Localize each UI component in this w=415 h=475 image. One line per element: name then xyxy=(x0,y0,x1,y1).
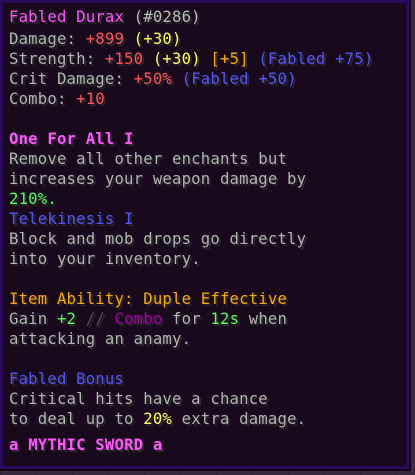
stat-fabled: (Fabled +75) xyxy=(258,50,374,68)
stat-crit-damage: Crit Damage: +50% (Fabled +50) xyxy=(9,69,400,89)
rarity-obfuscated-icon: a xyxy=(152,436,163,454)
enchant-one-for-all: One For All I xyxy=(9,130,134,148)
stat-label: Damage: xyxy=(9,30,86,48)
stat-extra: [+5] xyxy=(210,50,249,68)
rarity-line: a MYTHIC SWORD a xyxy=(9,435,400,455)
fabled-bonus-desc-2: to deal up to 20% extra damage. xyxy=(9,409,400,429)
stat-bonus: (+30) xyxy=(152,50,201,68)
item-title: Fabled Durax (#0286) xyxy=(9,7,400,27)
stat-strength: Strength: +150 (+30) [+5] (Fabled +75) xyxy=(9,49,400,69)
enchant-desc-line: into your inventory. xyxy=(9,250,201,268)
ability-separator: // xyxy=(76,310,115,328)
stat-fabled: (Fabled +50) xyxy=(181,70,297,88)
enchant-desc-line: Block and mob drops go directly xyxy=(9,230,307,248)
fabled-text: to deal up to xyxy=(9,410,144,428)
ability-text: when xyxy=(239,310,288,328)
enchant-desc-line: Remove all other enchants but xyxy=(9,150,288,168)
item-tooltip: Fabled Durax (#0286) Damage: +899 (+30) … xyxy=(0,0,411,471)
stat-value: +150 xyxy=(104,50,144,68)
enchant-desc-value: 210%. xyxy=(9,190,57,208)
item-ability-name: Item Ability: Duple Effective xyxy=(9,290,288,308)
ability-text: for xyxy=(162,310,211,328)
ability-duration: 12s xyxy=(210,310,240,328)
item-id: (#0286) xyxy=(133,8,201,26)
stat-value: +50% xyxy=(133,70,173,88)
stat-label: Crit Damage: xyxy=(9,70,134,88)
stat-bonus: (+30) xyxy=(133,30,182,48)
fabled-pct: 20% xyxy=(143,410,173,428)
item-ability-desc: Gain +2 // Combo for 12s when xyxy=(9,309,400,329)
stat-label: Combo: xyxy=(9,90,77,108)
ability-text: Gain xyxy=(9,310,57,328)
fabled-text: extra damage. xyxy=(172,410,307,428)
enchant-desc-line: increases your weapon damage by xyxy=(9,170,307,188)
fabled-bonus-name: Fabled Bonus xyxy=(9,370,125,388)
stat-combo: Combo: +10 xyxy=(9,89,400,109)
stat-value: +10 xyxy=(76,90,105,108)
stat-label: Strength: xyxy=(9,50,105,68)
item-name: Fabled Durax xyxy=(9,8,125,26)
item-ability-desc-2: attacking an anamy. xyxy=(9,330,192,348)
ability-combo: Combo xyxy=(114,310,163,328)
stat-value: +899 xyxy=(85,30,125,48)
ability-amount: +2 xyxy=(56,310,77,328)
stat-damage: Damage: +899 (+30) xyxy=(9,29,400,49)
enchant-telekinesis: Telekinesis I xyxy=(9,210,134,228)
rarity-label: MYTHIC SWORD xyxy=(28,436,144,454)
rarity-obfuscated-icon: a xyxy=(9,436,19,454)
fabled-bonus-desc: Critical hits have a chance xyxy=(9,390,268,408)
